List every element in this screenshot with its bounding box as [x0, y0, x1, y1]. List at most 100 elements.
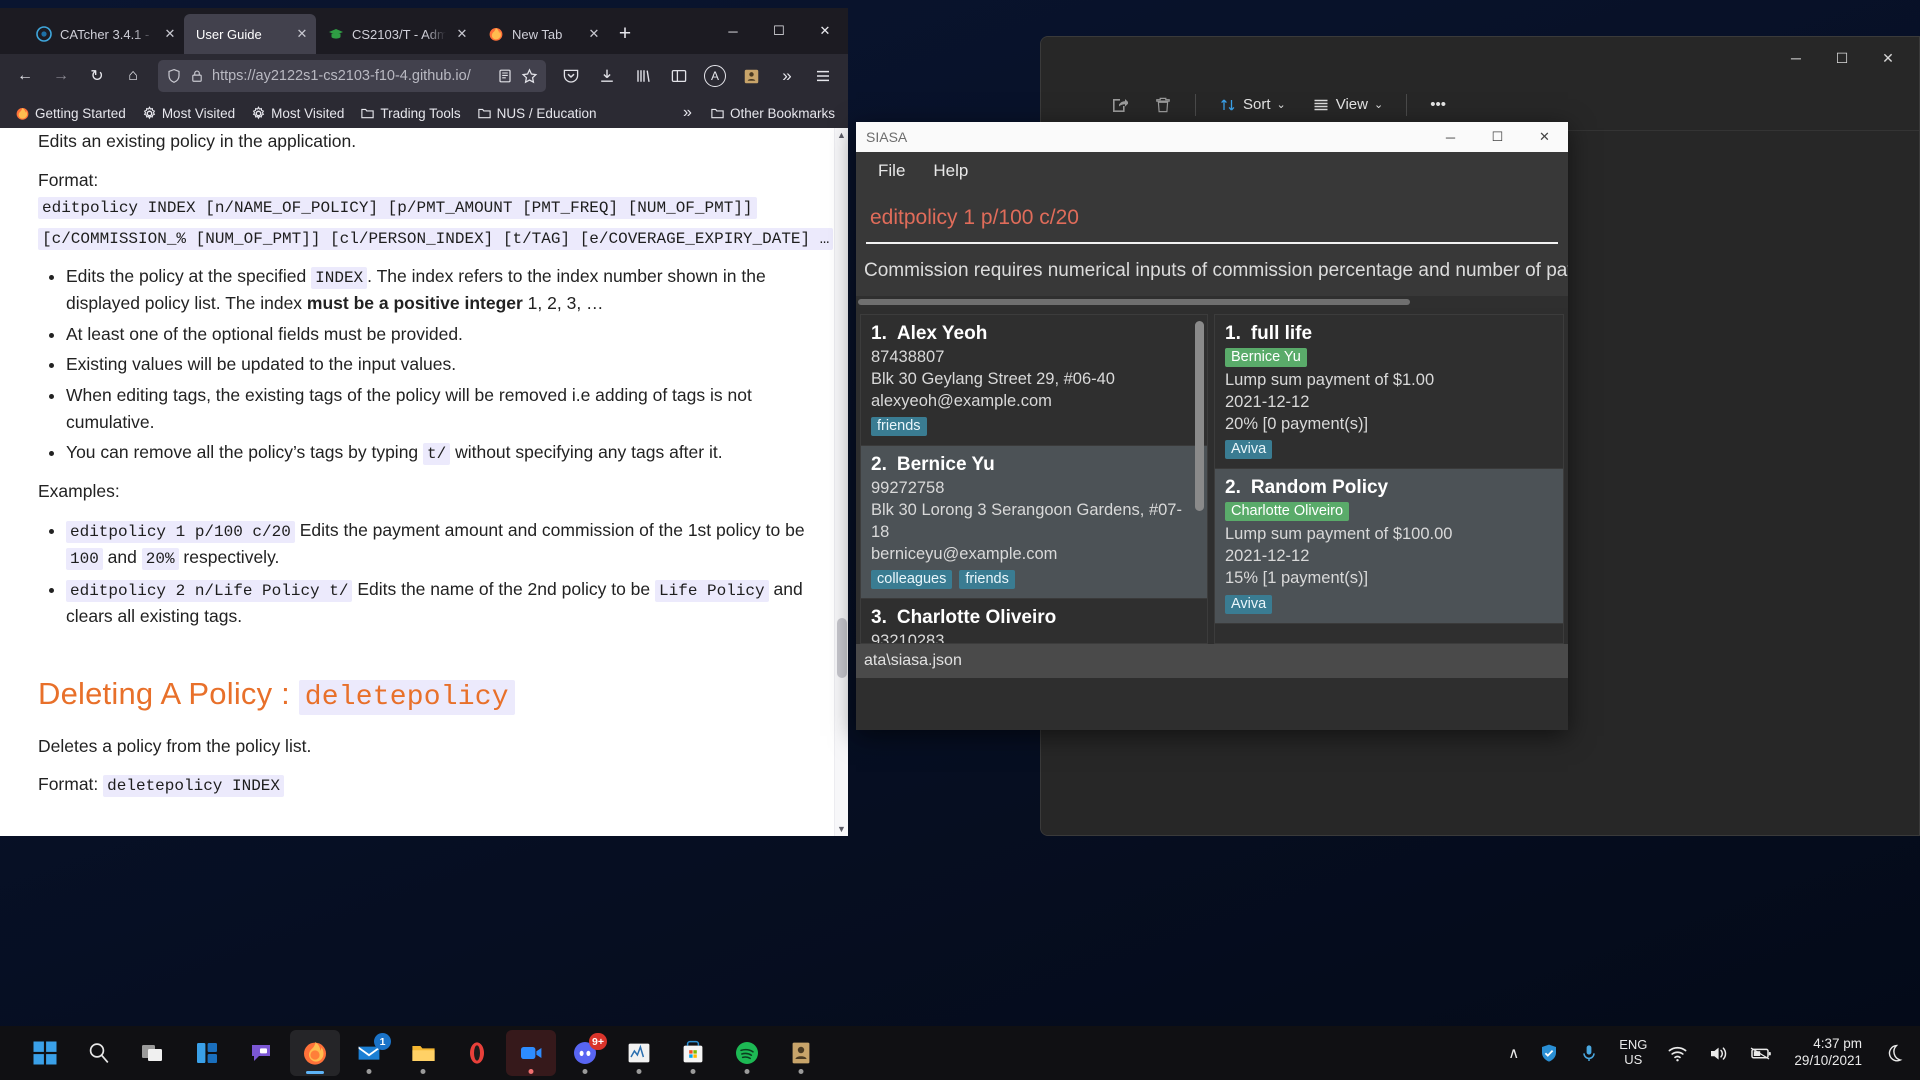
clock-date: 29/10/2021 — [1794, 1053, 1862, 1068]
notification-badge: 1 — [374, 1033, 391, 1050]
tab-new-tab[interactable]: New Tab ✕ — [476, 14, 608, 54]
language-indicator[interactable]: ENG US — [1610, 1030, 1656, 1076]
library-button[interactable] — [626, 59, 660, 93]
microsoft-store-taskbar-button[interactable] — [668, 1030, 718, 1076]
tab-close-icon[interactable]: ✕ — [454, 26, 470, 42]
policy-card[interactable]: 2. Random Policy Charlotte Oliveiro Lump … — [1215, 469, 1563, 624]
account-button[interactable]: A — [698, 59, 732, 93]
menu-help[interactable]: Help — [921, 157, 980, 185]
delete-button[interactable] — [1143, 88, 1183, 122]
person-title: 3. Charlotte Oliveiro — [871, 607, 1197, 629]
bullet-post: without specifying any tags after it. — [450, 442, 723, 463]
person-card[interactable]: 2. Bernice Yu 99272758 Blk 30 Lorong 3 Se… — [861, 446, 1207, 600]
policy-card[interactable]: 1. full life Bernice Yu Lump sum payment … — [1215, 315, 1563, 470]
policy-list-panel[interactable]: 1. full life Bernice Yu Lump sum payment … — [1214, 314, 1564, 644]
explorer-minimize-button[interactable]: ─ — [1773, 37, 1819, 79]
tab-catcher[interactable]: CATcher 3.4.1 - n ✕ — [24, 14, 184, 54]
tab-user-guide[interactable]: User Guide ✕ — [184, 14, 316, 54]
chat-button[interactable] — [236, 1030, 286, 1076]
command-input[interactable]: editpolicy 1 p/100 c/20 — [866, 200, 1558, 244]
bookmark-getting-started[interactable]: Getting Started — [8, 103, 133, 124]
opera-gx-taskbar-button[interactable] — [452, 1030, 502, 1076]
explorer-close-button[interactable]: ✕ — [1865, 37, 1911, 79]
scroll-up-arrow-icon[interactable]: ▲ — [835, 128, 848, 142]
sort-button[interactable]: Sort ⌄ — [1208, 88, 1297, 122]
downloads-button[interactable] — [590, 59, 624, 93]
toolbar-overflow-button[interactable]: » — [770, 59, 804, 93]
tab-close-icon[interactable]: ✕ — [162, 26, 178, 42]
zoom-taskbar-button[interactable] — [506, 1030, 556, 1076]
explorer-maximize-button[interactable]: ☐ — [1819, 37, 1865, 79]
tab-close-icon[interactable]: ✕ — [586, 26, 602, 42]
contacts-taskbar-button[interactable] — [776, 1030, 826, 1076]
bullet-pre: Edits the policy at the specified — [66, 265, 312, 286]
page-scrollbar[interactable]: ▲ ▼ — [834, 128, 848, 836]
firefox-browser-window[interactable]: CATcher 3.4.1 - n ✕ User Guide ✕ CS2103/… — [0, 8, 848, 836]
forward-button[interactable]: → — [44, 59, 78, 93]
doc-delete-desc: Deletes a policy from the policy list. — [38, 735, 312, 756]
spotify-taskbar-button[interactable] — [722, 1030, 772, 1076]
bookmark-most-visited-1[interactable]: Most Visited — [135, 103, 242, 124]
file-explorer-taskbar-button[interactable] — [398, 1030, 448, 1076]
star-icon[interactable] — [521, 67, 538, 85]
scrollbar-thumb[interactable] — [837, 618, 847, 678]
search-button[interactable] — [74, 1030, 124, 1076]
tab-close-icon[interactable]: ✕ — [294, 26, 310, 42]
more-options-button[interactable]: ••• — [1419, 88, 1457, 122]
person-card[interactable]: 3.Charlotte Oliveiro 93210283 Blk 11 Ang… — [861, 599, 1207, 643]
firefox-icon — [304, 1042, 326, 1065]
battery-tray-icon-button[interactable] — [1740, 1030, 1782, 1076]
menu-file[interactable]: File — [866, 157, 917, 185]
running-indicator — [366, 1069, 372, 1074]
bookmark-most-visited-2[interactable]: Most Visited — [244, 103, 351, 124]
discord-taskbar-button[interactable]: 9+ — [560, 1030, 610, 1076]
volume-tray-icon-button[interactable] — [1699, 1030, 1738, 1076]
bookmark-nus-education[interactable]: NUS / Education — [470, 103, 604, 124]
person-card[interactable]: 1. Alex Yeoh 87438807 Blk 30 Geylang Stre… — [861, 315, 1207, 447]
microphone-tray-icon-button[interactable] — [1570, 1030, 1608, 1076]
other-bookmarks-folder[interactable]: Other Bookmarks — [703, 103, 842, 124]
security-tray-icon-button[interactable] — [1530, 1030, 1568, 1076]
person-list-panel[interactable]: 1. Alex Yeoh 87438807 Blk 30 Geylang Stre… — [860, 314, 1208, 644]
new-tab-button[interactable]: + — [608, 14, 642, 54]
clock-button[interactable]: 4:37 pm 29/10/2021 — [1784, 1030, 1872, 1076]
bookmark-label: Most Visited — [271, 105, 345, 121]
scroll-down-arrow-icon[interactable]: ▼ — [835, 822, 848, 836]
task-view-button[interactable] — [128, 1030, 178, 1076]
task-manager-taskbar-button[interactable] — [614, 1030, 664, 1076]
siasa-minimize-button[interactable]: ─ — [1427, 122, 1474, 152]
active-indicator — [306, 1070, 324, 1074]
reload-button[interactable]: ↻ — [80, 59, 114, 93]
result-scrollbar-thumb[interactable] — [858, 299, 1411, 305]
person-address: Blk 30 Geylang Street 29, #06-40 — [871, 369, 1115, 388]
siasa-close-button[interactable]: ✕ — [1521, 122, 1568, 152]
wifi-tray-icon-button[interactable] — [1658, 1030, 1697, 1076]
siasa-maximize-button[interactable]: ☐ — [1474, 122, 1521, 152]
tray-overflow-button[interactable]: ∧ — [1499, 1030, 1528, 1076]
home-button[interactable]: ⌂ — [116, 59, 150, 93]
other-bookmarks-label: Other Bookmarks — [729, 105, 835, 121]
address-bar[interactable]: https://ay2122s1-cs2103-f10-4.github.io/ — [158, 60, 546, 92]
start-button[interactable] — [20, 1030, 70, 1076]
firefox-taskbar-button[interactable] — [290, 1030, 340, 1076]
mail-taskbar-button[interactable]: 1 — [344, 1030, 394, 1076]
result-horizontal-scrollbar[interactable] — [856, 296, 1568, 308]
bookmarks-overflow-button[interactable]: » — [676, 101, 699, 125]
notification-center-button[interactable] — [1874, 1030, 1912, 1076]
sidebar-button[interactable] — [662, 59, 696, 93]
view-button[interactable]: View ⌄ — [1301, 88, 1394, 122]
tab-cs2103t[interactable]: CS2103/T - Adm ✕ — [316, 14, 476, 54]
pocket-button[interactable] — [554, 59, 588, 93]
browser-close-button[interactable]: ✕ — [802, 8, 848, 54]
extension-button[interactable] — [734, 59, 768, 93]
widgets-button[interactable] — [182, 1030, 232, 1076]
app-menu-button[interactable] — [806, 59, 840, 93]
person-list-scrollbar[interactable] — [1195, 321, 1204, 511]
share-button[interactable] — [1099, 88, 1139, 122]
browser-minimize-button[interactable]: ─ — [710, 8, 756, 54]
reader-view-icon[interactable] — [497, 68, 513, 84]
browser-maximize-button[interactable]: ☐ — [756, 8, 802, 54]
back-button[interactable]: ← — [8, 59, 42, 93]
siasa-window[interactable]: SIASA ─ ☐ ✕ File Help editpolicy 1 p/100… — [856, 122, 1568, 730]
bookmark-trading-tools[interactable]: Trading Tools — [353, 103, 467, 124]
